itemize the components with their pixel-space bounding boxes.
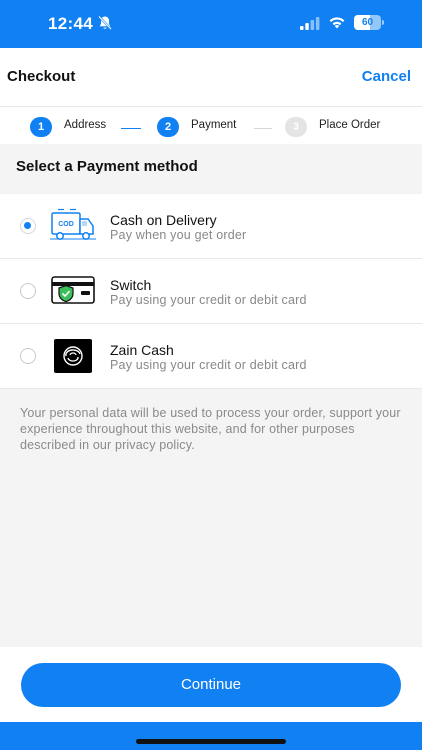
nav-bar: Checkout Cancel (0, 48, 422, 106)
payment-subtitle: Pay using your credit or debit card (110, 293, 307, 307)
cod-truck-icon: COD (50, 208, 96, 244)
step-2-label: Payment (191, 119, 237, 131)
continue-button[interactable]: Continue (21, 663, 401, 707)
step-1-label: Address (64, 119, 107, 131)
cancel-button[interactable]: Cancel (362, 68, 411, 85)
battery-indicator: 60 (354, 15, 384, 30)
payment-option-cash-on-delivery[interactable]: COD Cash on Delivery Pay when you get or… (0, 194, 422, 259)
radio-switch[interactable] (20, 283, 36, 299)
checkout-stepper: 1 Address 2 Payment 3 Place Order (0, 106, 422, 144)
section-header: Select a Payment method (0, 144, 422, 194)
payment-option-zain-cash[interactable]: Zain Cash Pay using your credit or debit… (0, 324, 422, 389)
radio-zain-cash[interactable] (20, 348, 36, 364)
bell-muted-icon (97, 15, 113, 31)
battery-percent: 60 (361, 17, 374, 28)
step-connector-2 (254, 128, 272, 129)
privacy-notice: Your personal data will be used to proce… (20, 406, 401, 452)
radio-cash-on-delivery[interactable] (20, 218, 36, 234)
signal-icon (300, 17, 320, 30)
payment-subtitle: Pay when you get order (110, 228, 247, 242)
step-3-circle: 3 (285, 117, 307, 137)
home-indicator-area (0, 722, 422, 750)
svg-text:COD: COD (58, 221, 74, 228)
footer: Continue (0, 647, 422, 722)
section-title: Select a Payment method (16, 158, 198, 175)
credit-card-shield-icon (50, 273, 96, 309)
payment-title: Cash on Delivery (110, 212, 217, 228)
payment-method-list: COD Cash on Delivery Pay when you get or… (0, 194, 422, 389)
payment-option-switch[interactable]: Switch Pay using your credit or debit ca… (0, 259, 422, 324)
home-indicator[interactable] (136, 739, 286, 744)
privacy-section: Your personal data will be used to proce… (0, 389, 422, 647)
page-title: Checkout (7, 68, 76, 85)
step-2-circle: 2 (157, 117, 179, 137)
wifi-icon (328, 15, 346, 30)
step-3-label: Place Order (319, 119, 381, 131)
step-1-circle: 1 (30, 117, 52, 137)
step-connector-1 (121, 128, 141, 129)
status-time: 12:44 (48, 14, 93, 33)
status-bar: 12:44 60 (0, 0, 422, 48)
payment-title: Switch (110, 277, 152, 293)
zain-cash-logo-icon (50, 338, 96, 374)
payment-subtitle: Pay using your credit or debit card (110, 358, 307, 372)
payment-title: Zain Cash (110, 342, 174, 358)
